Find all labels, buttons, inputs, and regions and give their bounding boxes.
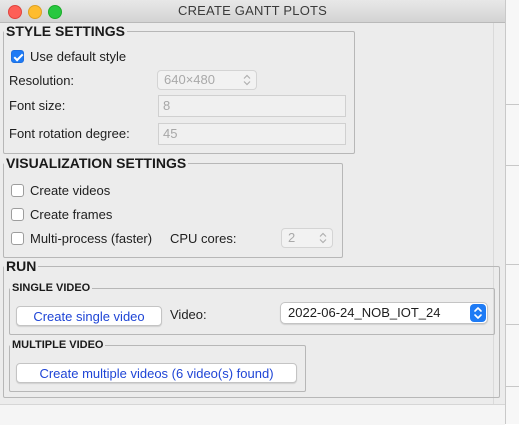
background-divider xyxy=(506,165,519,166)
multiprocess-checkbox[interactable] xyxy=(11,232,24,245)
font-rotation-label: Font rotation degree: xyxy=(9,126,130,141)
cpu-cores-select[interactable]: 2 xyxy=(281,228,333,248)
use-default-style-checkbox[interactable] xyxy=(11,50,24,63)
create-frames-checkbox[interactable] xyxy=(11,208,24,221)
stepper-icon xyxy=(243,74,251,86)
background-divider xyxy=(506,386,519,387)
dialog-window: CREATE GANTT PLOTS STYLE SETTINGS Use de… xyxy=(0,0,506,425)
single-video-title: SINGLE VIDEO xyxy=(10,280,93,296)
horizontal-scrollbar[interactable] xyxy=(0,404,505,425)
create-single-video-button[interactable]: Create single video xyxy=(16,306,162,326)
background-window-edge xyxy=(506,0,519,424)
resolution-select[interactable]: 640×480 xyxy=(157,70,257,90)
dropdown-chevron-icon xyxy=(470,304,486,322)
background-divider xyxy=(506,264,519,265)
window-title: CREATE GANTT PLOTS xyxy=(177,3,328,18)
multiple-video-title: MULTIPLE VIDEO xyxy=(10,337,106,353)
font-size-field[interactable]: 8 xyxy=(158,95,346,117)
title-bar: CREATE GANTT PLOTS xyxy=(0,0,505,23)
background-divider xyxy=(506,324,519,325)
resolution-value: 640×480 xyxy=(164,72,215,87)
create-frames-label: Create frames xyxy=(30,207,113,222)
video-select-value: 2022-06-24_NOB_IOT_24 xyxy=(288,305,441,320)
stepper-icon xyxy=(319,232,327,244)
video-label: Video: xyxy=(170,307,207,322)
multiprocess-label: Multi-process (faster) xyxy=(30,231,153,246)
create-videos-label: Create videos xyxy=(30,183,111,198)
cpu-cores-label: CPU cores: xyxy=(170,231,237,246)
use-default-style-label: Use default style xyxy=(30,49,127,64)
visualization-settings-title: VISUALIZATION SETTINGS xyxy=(4,155,189,171)
run-title: RUN xyxy=(4,258,39,274)
resolution-label: Resolution: xyxy=(9,73,75,88)
create-multiple-videos-button[interactable]: Create multiple videos (6 video(s) found… xyxy=(16,363,297,383)
font-rotation-field[interactable]: 45 xyxy=(158,123,346,145)
create-videos-checkbox[interactable] xyxy=(11,184,24,197)
font-size-label: Font size: xyxy=(9,98,66,113)
style-settings-title: STYLE SETTINGS xyxy=(4,23,128,39)
background-divider xyxy=(506,104,519,105)
video-select[interactable]: 2022-06-24_NOB_IOT_24 xyxy=(280,302,488,324)
cpu-cores-value: 2 xyxy=(288,230,296,245)
